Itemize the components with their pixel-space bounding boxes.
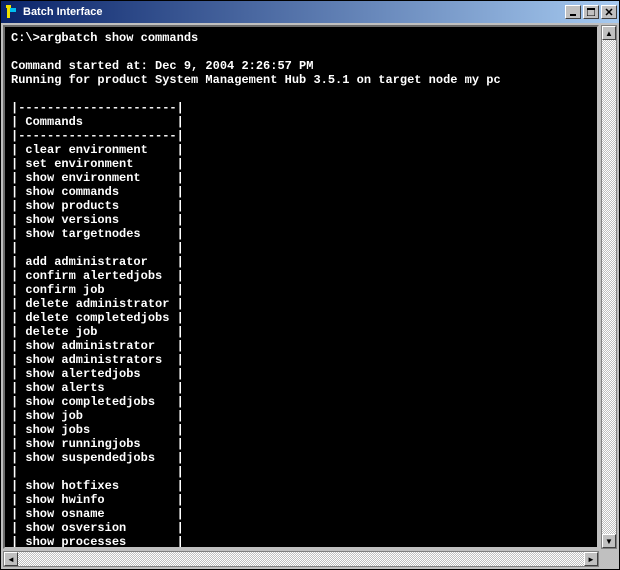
- vertical-scrollbar[interactable]: ▲ ▼: [601, 25, 617, 549]
- window-controls: [565, 5, 617, 19]
- app-icon: [3, 4, 19, 20]
- scroll-down-button[interactable]: ▼: [602, 534, 616, 548]
- minimize-button[interactable]: [565, 5, 581, 19]
- titlebar: Batch Interface: [1, 1, 619, 23]
- scroll-track-horizontal[interactable]: [18, 552, 584, 566]
- close-button[interactable]: [601, 5, 617, 19]
- maximize-button[interactable]: [583, 5, 599, 19]
- horizontal-scrollbar[interactable]: ◄ ►: [3, 551, 599, 567]
- content-area: C:\>argbatch show commands Command start…: [1, 23, 619, 569]
- terminal-wrap: C:\>argbatch show commands Command start…: [3, 25, 617, 567]
- scroll-corner: [601, 551, 617, 567]
- scroll-right-button[interactable]: ►: [584, 552, 598, 566]
- window-title: Batch Interface: [23, 6, 565, 18]
- scroll-track-vertical[interactable]: [602, 40, 616, 534]
- scroll-left-button[interactable]: ◄: [4, 552, 18, 566]
- terminal-output[interactable]: C:\>argbatch show commands Command start…: [3, 25, 599, 549]
- scroll-up-button[interactable]: ▲: [602, 26, 616, 40]
